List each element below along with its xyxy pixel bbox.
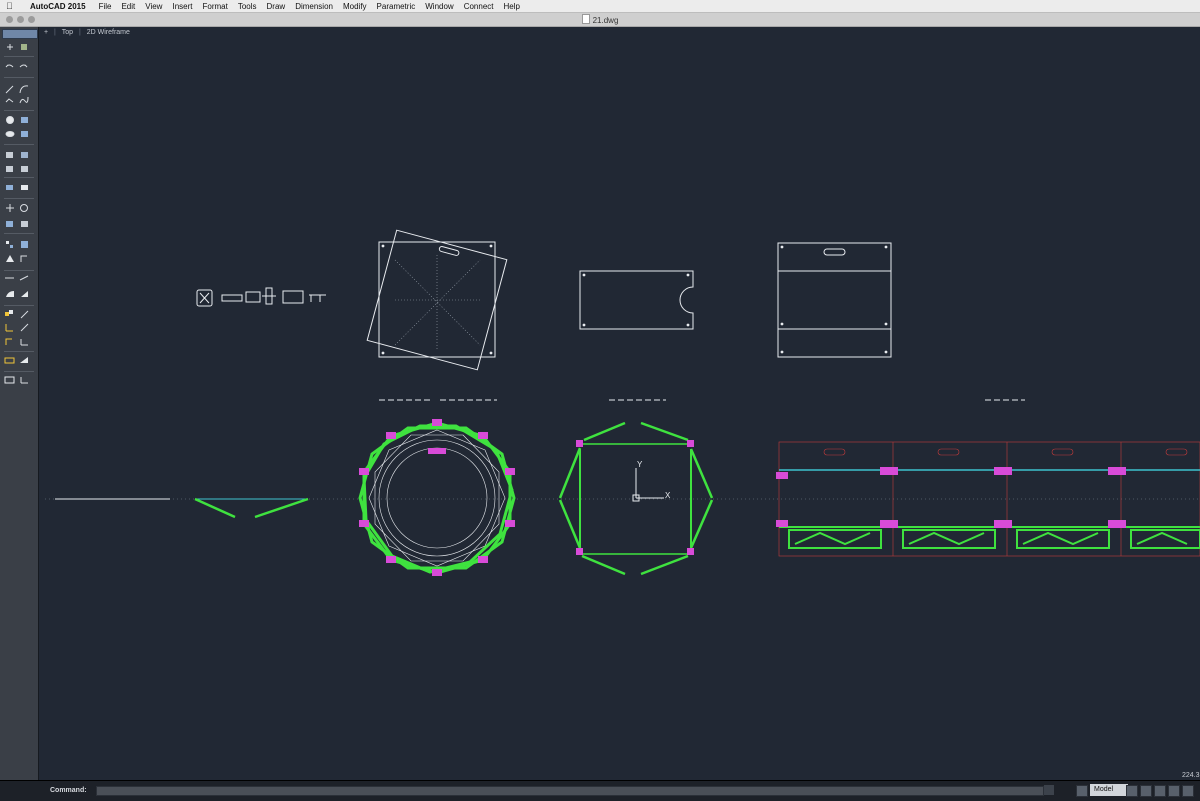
window-title-text: 21.dwg xyxy=(592,16,619,25)
snap-icon[interactable] xyxy=(1126,785,1138,797)
menu-connect[interactable]: Connect xyxy=(464,2,494,11)
document-icon xyxy=(581,14,590,24)
window-titlebar: 21.dwg xyxy=(0,13,1200,27)
drawing-canvas: Y X xyxy=(45,229,1200,576)
drawing-viewport[interactable]: + | Top | 2D Wireframe Y X xyxy=(39,27,1200,780)
menu-view[interactable]: View xyxy=(145,2,162,11)
menu-window[interactable]: Window xyxy=(425,2,453,11)
ucs-y-label: Y xyxy=(637,460,643,469)
menu-format[interactable]: Format xyxy=(202,2,227,11)
trim-icon[interactable] xyxy=(6,241,13,248)
command-label: Command: xyxy=(50,787,87,794)
tool-icons xyxy=(4,44,34,384)
matchprop-icon[interactable] xyxy=(20,357,28,363)
scale-icon[interactable] xyxy=(21,221,28,227)
copy-icon[interactable] xyxy=(6,185,13,190)
undo-icon[interactable] xyxy=(5,64,14,68)
arc-icon[interactable] xyxy=(19,85,29,94)
tool-palette xyxy=(0,27,39,780)
fillet-icon[interactable] xyxy=(6,255,14,262)
array-icon[interactable] xyxy=(6,221,13,227)
extrude-icon[interactable] xyxy=(6,152,13,158)
command-input[interactable] xyxy=(96,786,1044,796)
region-solid-icon[interactable] xyxy=(6,291,14,297)
menu-parametric[interactable]: Parametric xyxy=(377,2,416,11)
hand-icon[interactable] xyxy=(21,44,27,50)
id-point-icon[interactable] xyxy=(20,377,28,384)
menu-insert[interactable]: Insert xyxy=(172,2,192,11)
polar-icon[interactable] xyxy=(1168,785,1180,797)
layout-grid-icon[interactable] xyxy=(1076,785,1088,797)
table-icon[interactable] xyxy=(20,339,28,346)
apple-menu-icon[interactable]:  xyxy=(6,0,20,12)
command-line-bar: Command: Model xyxy=(0,780,1200,801)
osnap-icon[interactable] xyxy=(1182,785,1194,797)
menu-modify[interactable]: Modify xyxy=(343,2,367,11)
measure-icon[interactable] xyxy=(4,376,15,384)
small-parts-group[interactable] xyxy=(196,287,326,307)
ucs-x-label: X xyxy=(665,491,671,500)
layer-icon[interactable] xyxy=(6,166,13,172)
properties-icon[interactable] xyxy=(4,357,15,364)
app-menu[interactable]: AutoCAD 2015 xyxy=(30,2,86,11)
mirror-icon[interactable] xyxy=(21,185,28,190)
menu-draw[interactable]: Draw xyxy=(267,2,286,11)
wedge-icon[interactable] xyxy=(21,291,28,297)
erase-icon[interactable] xyxy=(21,166,28,172)
polyline-icon[interactable] xyxy=(5,98,14,103)
rotated-plate-assembly[interactable] xyxy=(366,229,508,371)
offset-icon[interactable] xyxy=(20,310,29,319)
dimension-linear-icon[interactable] xyxy=(5,324,13,332)
command-line-customize-icon[interactable] xyxy=(1044,785,1054,795)
grid-icon[interactable] xyxy=(1140,785,1152,797)
window-title: 21.dwg xyxy=(0,14,1200,25)
text-icon[interactable] xyxy=(5,338,12,345)
stacked-plates[interactable] xyxy=(777,242,892,358)
notched-plate[interactable] xyxy=(579,270,694,330)
coordinates-readout: 224.3 xyxy=(1182,772,1200,779)
menu-edit[interactable]: Edit xyxy=(121,2,135,11)
region-icon[interactable] xyxy=(21,152,28,158)
redo-icon[interactable] xyxy=(19,64,28,68)
dimension-aligned-icon[interactable] xyxy=(20,323,29,332)
move-icon[interactable] xyxy=(6,204,14,212)
extend-icon[interactable] xyxy=(21,241,28,248)
circle-icon[interactable] xyxy=(6,116,14,124)
chamfer-icon[interactable] xyxy=(20,255,27,262)
profile-lines[interactable] xyxy=(55,497,309,519)
menu-bar:  AutoCAD 2015 File Edit View Insert For… xyxy=(0,0,1200,13)
explode-icon[interactable] xyxy=(5,310,13,316)
line-icon[interactable] xyxy=(5,85,14,94)
join-icon[interactable] xyxy=(19,275,29,281)
ucs-icon xyxy=(632,468,664,502)
rectangle-icon[interactable] xyxy=(21,117,28,123)
rotate-icon[interactable] xyxy=(20,204,28,212)
menu-help[interactable]: Help xyxy=(503,2,519,11)
spline-icon[interactable] xyxy=(19,96,29,104)
ring-assembly[interactable] xyxy=(358,419,516,576)
menu-dimension[interactable]: Dimension xyxy=(295,2,333,11)
model-tab[interactable]: Model xyxy=(1090,784,1128,796)
ellipse-icon[interactable] xyxy=(5,131,15,137)
menu-file[interactable]: File xyxy=(99,2,112,11)
hatch-icon[interactable] xyxy=(21,131,28,137)
ortho-icon[interactable] xyxy=(1154,785,1166,797)
menu-tools[interactable]: Tools xyxy=(238,2,257,11)
truss-section[interactable] xyxy=(776,441,1200,557)
octagon-frame[interactable]: Y X xyxy=(558,421,714,576)
crosshair-icon[interactable] xyxy=(7,44,13,50)
